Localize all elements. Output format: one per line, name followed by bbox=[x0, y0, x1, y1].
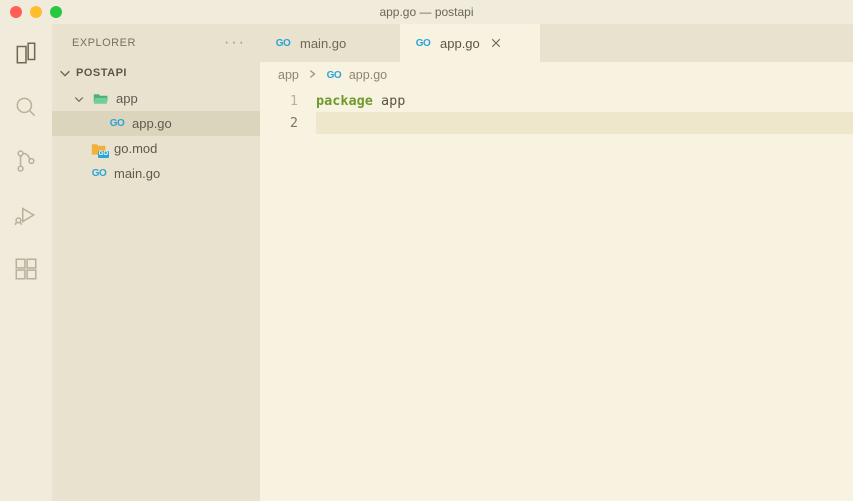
chevron-right-icon bbox=[307, 68, 317, 82]
code-line[interactable]: package app bbox=[316, 90, 853, 112]
file-tree: app GO app.go GO go.mod GO main.go bbox=[52, 84, 260, 186]
sidebar-header: EXPLORER ··· bbox=[52, 24, 260, 62]
ident-token: app bbox=[373, 93, 406, 109]
titlebar: app.go — postapi bbox=[0, 0, 853, 24]
traffic-lights bbox=[10, 6, 62, 18]
go-file-icon: GO bbox=[90, 166, 108, 182]
tree-file-app-go[interactable]: GO app.go bbox=[52, 111, 260, 136]
chevron-down-icon bbox=[72, 92, 86, 106]
code-line-current[interactable] bbox=[316, 112, 853, 134]
search-activity-icon[interactable] bbox=[13, 94, 39, 120]
tab-label: app.go bbox=[440, 36, 480, 51]
breadcrumb-file: GO app.go bbox=[325, 67, 387, 83]
window-title: app.go — postapi bbox=[0, 5, 853, 19]
tree-file-go-mod[interactable]: GO go.mod bbox=[52, 136, 260, 161]
tree-item-label: app bbox=[116, 91, 138, 106]
code-editor[interactable]: 1 2 package app bbox=[260, 88, 853, 501]
source-control-activity-icon[interactable] bbox=[13, 148, 39, 174]
tree-item-label: go.mod bbox=[114, 141, 157, 156]
go-file-icon: GO bbox=[108, 116, 126, 132]
go-file-icon: GO bbox=[274, 35, 292, 51]
go-mod-file-icon: GO bbox=[90, 142, 108, 156]
go-file-icon: GO bbox=[414, 35, 432, 51]
folder-open-icon bbox=[92, 91, 110, 107]
close-tab-icon[interactable] bbox=[488, 35, 504, 51]
sidebar-title: EXPLORER bbox=[72, 37, 136, 49]
tab-label: main.go bbox=[300, 36, 346, 51]
minimize-window-button[interactable] bbox=[30, 6, 42, 18]
close-window-button[interactable] bbox=[10, 6, 22, 18]
line-number: 1 bbox=[260, 90, 298, 112]
code-lines[interactable]: package app bbox=[316, 90, 853, 501]
breadcrumb-label[interactable]: app.go bbox=[349, 68, 387, 82]
keyword-token: package bbox=[316, 93, 373, 109]
tab-main-go[interactable]: GO main.go bbox=[260, 24, 400, 62]
tree-item-label: main.go bbox=[114, 166, 160, 181]
go-file-icon: GO bbox=[325, 67, 343, 83]
run-debug-activity-icon[interactable] bbox=[13, 202, 39, 228]
tabs-bar: GO main.go GO app.go bbox=[260, 24, 853, 62]
line-number-gutter: 1 2 bbox=[260, 90, 316, 501]
breadcrumbs[interactable]: app GO app.go bbox=[260, 62, 853, 88]
maximize-window-button[interactable] bbox=[50, 6, 62, 18]
tabs-empty-area bbox=[540, 24, 853, 62]
editor-area: GO main.go GO app.go app GO app.go bbox=[260, 24, 853, 501]
explorer-section-label: POSTAPI bbox=[76, 67, 127, 79]
sidebar: EXPLORER ··· POSTAPI app GO app bbox=[52, 24, 260, 501]
sidebar-more-icon[interactable]: ··· bbox=[224, 34, 246, 52]
explorer-activity-icon[interactable] bbox=[13, 40, 39, 66]
tree-file-main-go[interactable]: GO main.go bbox=[52, 161, 260, 186]
activity-bar bbox=[0, 24, 52, 501]
tree-item-label: app.go bbox=[132, 116, 172, 131]
tab-app-go[interactable]: GO app.go bbox=[400, 24, 540, 62]
breadcrumb-label[interactable]: app bbox=[278, 68, 299, 82]
breadcrumb-app: app bbox=[278, 68, 299, 82]
chevron-down-icon bbox=[58, 66, 72, 80]
tree-folder-app[interactable]: app bbox=[52, 86, 260, 111]
extensions-activity-icon[interactable] bbox=[13, 256, 39, 282]
explorer-section-header[interactable]: POSTAPI bbox=[52, 62, 260, 84]
